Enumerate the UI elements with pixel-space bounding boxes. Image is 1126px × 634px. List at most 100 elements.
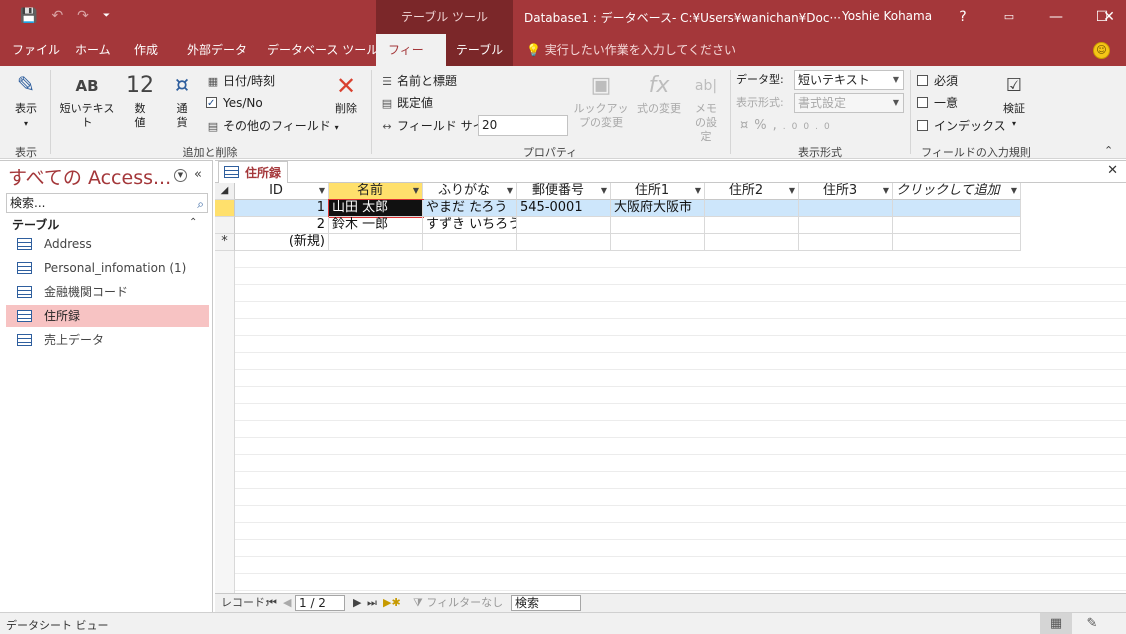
column-header-name[interactable]: 名前 ▼ — [329, 183, 423, 200]
tab-file[interactable]: ファイル — [12, 34, 60, 66]
decrease-decimals-icon[interactable]: .0 — [815, 122, 836, 132]
cell-name[interactable]: 鈴木 一郎 — [329, 217, 423, 234]
yesno-button[interactable]: Yes/No — [206, 94, 263, 113]
chevron-down-icon[interactable]: ▼ — [601, 183, 607, 199]
filter-status[interactable]: ⧩ フィルターなし — [413, 596, 503, 610]
chevron-down-icon[interactable]: ▼ — [413, 183, 419, 199]
tell-me-search[interactable]: 💡 実行したい作業を入力してください — [526, 34, 736, 66]
cell-name[interactable]: 山田 太郎 — [328, 199, 424, 218]
modify-lookups-button[interactable]: ▣ ルックアップの変更 — [570, 72, 632, 130]
default-value-button[interactable]: ▤ 既定値 — [380, 94, 433, 113]
nav-item-bank-code[interactable]: 金融機関コード — [6, 281, 209, 303]
view-button[interactable]: ✎ 表示 ▾ — [6, 72, 46, 131]
cell-address2[interactable] — [705, 234, 799, 251]
chevron-down-icon[interactable]: ▼ — [319, 183, 325, 199]
tab-table[interactable]: テーブル — [446, 34, 513, 66]
tab-fields[interactable]: フィールド — [376, 34, 446, 89]
currency-format-icon[interactable]: ¤ — [740, 118, 754, 133]
row-selector[interactable] — [215, 200, 235, 217]
indexed-checkbox[interactable]: インデックス — [917, 117, 1006, 135]
cell-postal-code[interactable] — [517, 234, 611, 251]
collapse-ribbon-icon[interactable]: ⌃ — [1104, 144, 1113, 157]
cell-add-column[interactable] — [893, 234, 1021, 251]
data-type-select[interactable]: 短いテキスト ▼ — [794, 70, 904, 90]
help-button[interactable]: ? — [940, 0, 986, 34]
cell-furigana[interactable]: やまだ たろう — [423, 200, 517, 217]
cell-name[interactable] — [329, 234, 423, 251]
cell-id[interactable]: 1 — [235, 200, 329, 217]
collapse-nav-icon[interactable]: « — [194, 167, 202, 182]
close-document-icon[interactable]: ✕ — [1107, 163, 1118, 178]
column-header-postal-code[interactable]: 郵便番号 ▼ — [517, 183, 611, 200]
ribbon-display-options-button[interactable]: ▭ — [986, 0, 1032, 34]
cell-address3[interactable] — [799, 200, 893, 217]
cell-address2[interactable] — [705, 217, 799, 234]
column-header-furigana[interactable]: ふりがな ▼ — [423, 183, 517, 200]
previous-record-icon[interactable]: ◀ — [283, 596, 291, 610]
datetime-button[interactable]: ▦ 日付/時刻 — [206, 72, 275, 91]
currency-button[interactable]: ¤ 通貨 — [164, 72, 200, 130]
nav-item-sales-data[interactable]: 売上データ — [6, 329, 209, 351]
nav-item-address[interactable]: Address — [6, 233, 209, 255]
document-tab-address-book[interactable]: 住所録 — [218, 161, 288, 183]
customize-qat-icon[interactable]: ⏷ — [103, 11, 110, 21]
search-icon[interactable]: ⌕ — [197, 195, 204, 213]
nav-item-personal-infomation[interactable]: Personal_infomation (1) — [6, 257, 209, 279]
required-checkbox[interactable]: 必須 — [917, 72, 958, 90]
comma-style-icon[interactable]: , — [773, 118, 783, 133]
nav-item-address-book[interactable]: 住所録 — [6, 305, 209, 327]
tab-create[interactable]: 作成 — [134, 34, 158, 66]
record-position-input[interactable]: 1 / 2 — [295, 595, 345, 611]
design-view-icon[interactable]: ✎ — [1076, 613, 1108, 634]
field-size-input[interactable]: 20 — [478, 115, 568, 136]
more-fields-button[interactable]: ▤ その他のフィールド ▾ — [206, 117, 339, 137]
feedback-smiley-icon[interactable]: ☺ — [1093, 42, 1110, 59]
record-search-input[interactable]: 検索 — [511, 595, 581, 611]
chevron-down-icon[interactable]: ▼ — [789, 183, 795, 199]
cell-add-column[interactable] — [893, 200, 1021, 217]
save-icon[interactable]: 💾 — [20, 8, 37, 24]
validation-button[interactable]: ☑ 検証 ▾ — [996, 72, 1032, 131]
cell-furigana[interactable]: すずき いちろう — [423, 217, 517, 234]
cell-id-new[interactable]: (新規) — [235, 234, 329, 251]
column-header-id[interactable]: ID ▼ — [235, 183, 329, 200]
cell-add-column[interactable] — [893, 217, 1021, 234]
new-record-marker[interactable]: * — [215, 234, 235, 251]
column-header-address3[interactable]: 住所3 ▼ — [799, 183, 893, 200]
collapse-group-icon[interactable]: ⌃ — [189, 217, 197, 228]
short-text-button[interactable]: AB 短いテキスト — [56, 72, 118, 130]
undo-icon[interactable]: ↶ — [51, 8, 63, 24]
close-button[interactable]: ✕ — [1086, 0, 1126, 34]
row-selector[interactable] — [215, 217, 235, 234]
nav-search-input[interactable]: 検索... ⌕ — [6, 193, 208, 213]
cell-id[interactable]: 2 — [235, 217, 329, 234]
minimize-button[interactable]: — — [1033, 0, 1079, 34]
column-header-address1[interactable]: 住所1 ▼ — [611, 183, 705, 200]
chevron-down-icon[interactable]: ▼ — [883, 183, 889, 199]
memo-settings-button[interactable]: ab| メモの設定 — [688, 72, 724, 144]
cell-postal-code[interactable] — [517, 217, 611, 234]
nav-menu-chevron-icon[interactable]: ▼ — [174, 169, 187, 182]
nav-pane-title[interactable]: すべての Access... — [8, 163, 171, 190]
modify-expression-button[interactable]: fx 式の変更 — [634, 72, 684, 116]
number-button[interactable]: 12 数値 — [122, 72, 158, 130]
new-record-icon[interactable]: ▶✱ — [383, 596, 401, 610]
select-all-corner[interactable]: ◢ — [215, 183, 235, 200]
tab-home[interactable]: ホーム — [75, 34, 111, 66]
first-record-icon[interactable]: ⏮ — [267, 596, 277, 610]
column-header-click-to-add[interactable]: クリックして追加 ▼ — [893, 183, 1021, 200]
cell-address1[interactable]: 大阪府大阪市 — [611, 200, 705, 217]
format-select[interactable]: 書式設定 ▼ — [794, 93, 904, 113]
user-name[interactable]: Yoshie Kohama — [842, 9, 932, 23]
cell-address1[interactable] — [611, 234, 705, 251]
redo-icon[interactable]: ↷ — [77, 8, 89, 24]
number-format-buttons[interactable]: ¤%,.00.0 — [740, 117, 836, 136]
next-record-icon[interactable]: ▶ — [353, 596, 361, 610]
tab-database-tools[interactable]: データベース ツール — [267, 34, 378, 66]
chevron-down-icon[interactable]: ▼ — [507, 183, 513, 199]
unique-checkbox[interactable]: 一意 — [917, 94, 958, 112]
nav-group-header[interactable]: テーブル — [12, 216, 59, 233]
last-record-icon[interactable]: ⏭ — [367, 596, 377, 610]
chevron-down-icon[interactable]: ▼ — [1011, 183, 1017, 199]
delete-field-button[interactable]: ✕ 削除 — [328, 72, 364, 116]
